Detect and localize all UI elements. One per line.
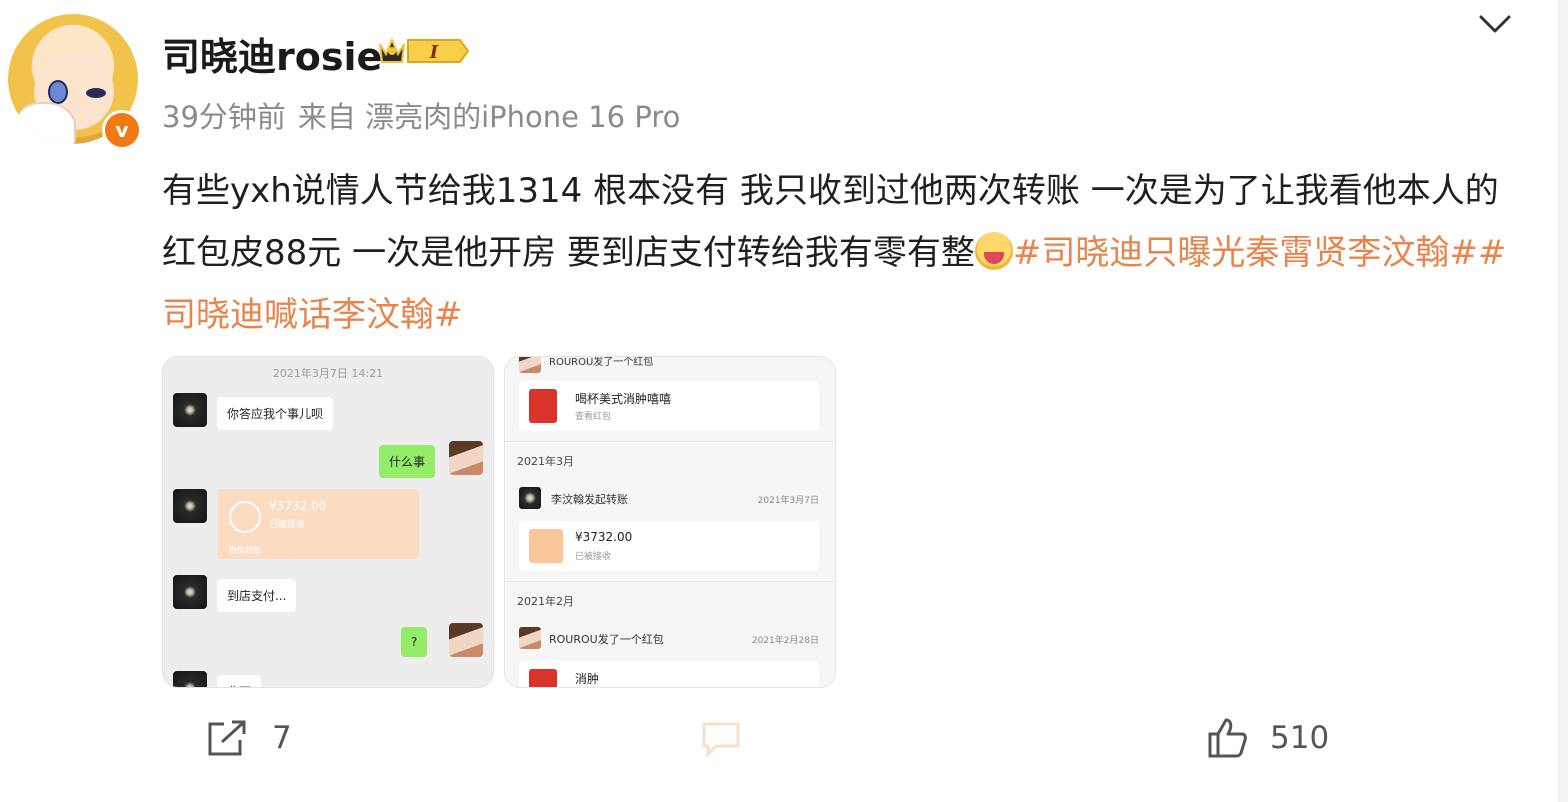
transfer-card: ¥3732.00 已被接收 微信转账 [217, 489, 419, 559]
contact-avatar [173, 671, 207, 687]
transfer-card: ¥3732.00 已被接收 [519, 521, 819, 571]
transfer-status: 已被接收 [575, 552, 612, 562]
self-avatar [449, 441, 483, 475]
repost-count: 7 [272, 720, 292, 756]
chat-bubble: 你答应我个事儿呗 [217, 397, 334, 430]
red-packet-title: 喝杯美式消肿嘻嘻 [575, 392, 672, 406]
chat-bubble: 什么事 [379, 445, 436, 478]
chat-bubble: 收下 [217, 675, 262, 687]
post-source[interactable]: 来自 漂亮肉的iPhone 16 Pro [298, 100, 680, 134]
transfer-footer: 微信转账 [229, 546, 261, 555]
chat-timestamp: 2021年3月7日 14:21 [272, 367, 384, 380]
avatar-wink [86, 88, 106, 98]
repost-button[interactable]: 7 [206, 718, 292, 758]
comment-icon [702, 722, 740, 758]
check-circle-icon [229, 501, 261, 533]
transfer-amount: ¥3732.00 [269, 499, 327, 513]
transfer-amount: ¥3732.00 [575, 530, 633, 544]
thumbs-up-icon [1208, 718, 1247, 758]
divider [505, 581, 835, 582]
image-thumbnail-transactions[interactable]: ROUROU发了一个红包 喝杯美式消肿嘻嘻 查看红包 2021年3月 李汶翰发起… [504, 356, 836, 688]
avatar-eye [48, 80, 68, 104]
sender-avatar [519, 357, 541, 373]
vip-level-text: I [429, 42, 439, 63]
red-packet-icon [529, 669, 557, 687]
transfer-icon [529, 529, 563, 563]
red-packet-card: 喝杯美式消肿嘻嘻 查看红包 [519, 381, 819, 431]
chat-bubble: 到店支付... [217, 579, 297, 612]
repost-icon [208, 720, 246, 756]
sender-line: ROUROU发了一个红包 [549, 357, 654, 368]
divider [505, 441, 835, 442]
transfer-status: 已被接收 [269, 520, 306, 530]
contact-avatar [173, 489, 207, 523]
post-time: 39分钟前 [162, 100, 286, 134]
post-meta: 39分钟前 来自 漂亮肉的iPhone 16 Pro [162, 94, 692, 136]
red-packet-sub: 查看红包 [575, 412, 612, 422]
avatar-hand [16, 102, 76, 144]
month-header: 2021年2月 [517, 595, 574, 608]
chat-bubble: ? [401, 627, 428, 657]
self-avatar [449, 623, 483, 657]
scrollbar-track[interactable] [1558, 0, 1568, 802]
row-date: 2021年2月28日 [751, 636, 819, 646]
sender-avatar [519, 487, 541, 509]
red-packet-card: 消肿 [519, 661, 819, 687]
hashtag-link[interactable]: #司晓迪只曝光秦霄贤李汶翰# [1013, 233, 1478, 273]
sender-avatar [519, 627, 541, 649]
chevron-down-icon[interactable] [1478, 12, 1512, 36]
verified-badge-icon: v [102, 110, 142, 150]
post-text: 有些yxh说情人节给我1314 根本没有 我只收到过他两次转账 一次是为了让我看… [162, 160, 1512, 346]
like-count: 510 [1270, 720, 1330, 756]
sender-line: ROUROU发了一个红包 [549, 633, 664, 646]
comment-button[interactable] [700, 718, 764, 758]
image-thumbnail-chat[interactable]: 2021年3月7日 14:21 你答应我个事儿呗 什么事 ¥3732.00 已被… [162, 356, 494, 688]
kiss-emoji-icon [974, 232, 1013, 270]
vip-badge-icon[interactable]: I [376, 34, 472, 68]
sender-line: 李汶翰发起转账 [551, 493, 628, 506]
like-button[interactable]: 510 [1206, 718, 1329, 758]
red-packet-title: 消肿 [575, 672, 600, 686]
row-date: 2021年3月7日 [757, 496, 819, 506]
month-header: 2021年3月 [517, 455, 574, 468]
author-name[interactable]: 司晓迪rosie [162, 26, 382, 81]
red-packet-icon [529, 389, 557, 423]
contact-avatar [173, 575, 207, 609]
contact-avatar [173, 393, 207, 427]
